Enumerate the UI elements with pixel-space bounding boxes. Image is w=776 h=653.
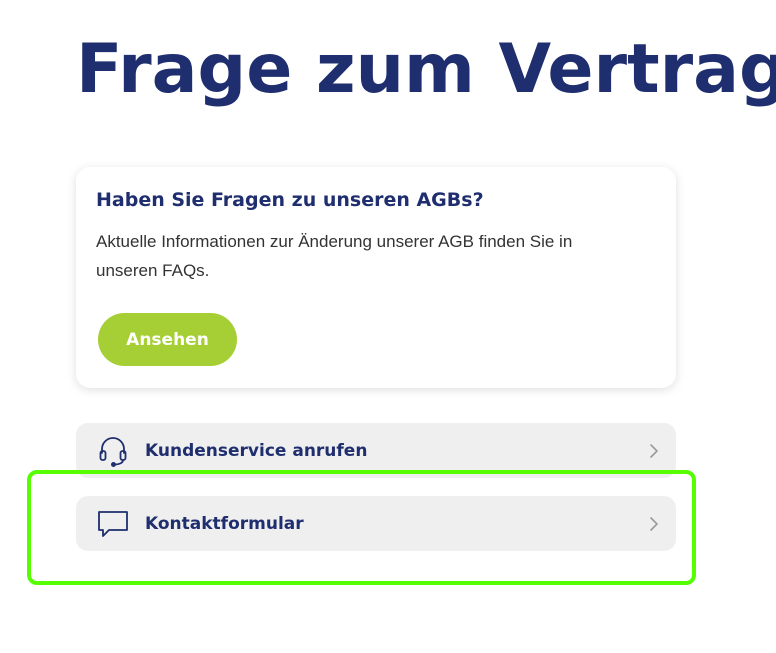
chat-bubble-icon	[96, 507, 130, 541]
card-heading: Haben Sie Fragen zu unseren AGBs?	[96, 189, 484, 211]
chevron-right-icon	[646, 443, 662, 459]
headset-icon	[96, 434, 130, 468]
card-text: Aktuelle Informationen zur Änderung unse…	[96, 232, 573, 280]
page-title: Frage zum Vertrag	[76, 30, 776, 109]
page: Frage zum Vertrag Haben Sie Fragen zu un…	[0, 0, 776, 653]
view-faq-button[interactable]: Ansehen	[98, 313, 237, 366]
agb-info-card: Haben Sie Fragen zu unseren AGBs? Aktuel…	[76, 167, 676, 388]
contact-form-link[interactable]: Kontaktformular	[76, 496, 676, 551]
call-customer-service-label: Kundenservice anrufen	[145, 440, 368, 461]
call-customer-service-link[interactable]: Kundenservice anrufen	[76, 423, 676, 478]
chevron-right-icon	[646, 516, 662, 532]
contact-form-label: Kontaktformular	[145, 513, 304, 534]
